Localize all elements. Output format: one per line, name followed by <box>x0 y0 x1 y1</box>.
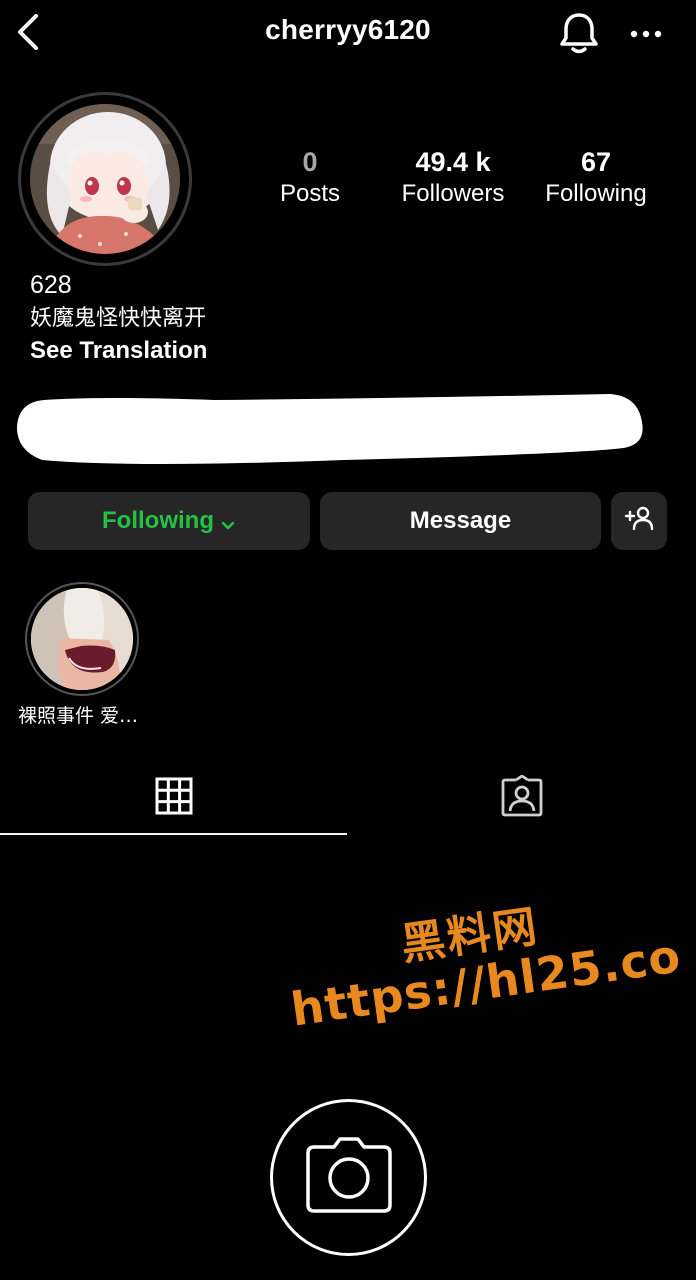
tab-posts-grid[interactable] <box>0 760 348 836</box>
highlight-item[interactable] <box>31 588 133 690</box>
add-user-button[interactable] <box>611 492 667 550</box>
grid-icon <box>155 777 193 820</box>
followers-count: 49.4 k <box>415 147 491 177</box>
message-button-label: Message <box>409 507 512 534</box>
tagged-icon <box>501 774 543 822</box>
following-button-label: Following <box>102 507 214 534</box>
stat-following[interactable]: 67 Following <box>526 145 666 209</box>
tab-active-indicator <box>0 833 347 835</box>
top-bar: cherryy6120 <box>0 0 696 70</box>
avatar[interactable] <box>30 104 180 254</box>
watermark: 黑料网 https://hl25.co <box>280 873 685 1074</box>
tab-tagged[interactable] <box>348 760 696 836</box>
camera-icon <box>304 1135 394 1220</box>
add-user-icon <box>624 505 654 538</box>
profile-bio: 妖魔鬼怪快快离开 <box>30 306 207 331</box>
highlight-label: 裸照事件 爱… <box>18 705 139 727</box>
posts-label: Posts <box>279 180 341 207</box>
bell-icon[interactable] <box>556 10 602 56</box>
posts-count: 0 <box>302 147 318 177</box>
more-horizontal-icon[interactable] <box>622 18 670 48</box>
followers-label: Followers <box>401 180 505 207</box>
see-translation-link[interactable]: See Translation <box>30 336 207 366</box>
empty-posts-camera[interactable] <box>270 1099 427 1256</box>
profile-name: 628 <box>30 271 72 299</box>
following-button[interactable]: Following <box>28 492 310 550</box>
redaction-mark <box>14 388 646 468</box>
chevron-down-icon <box>220 513 236 530</box>
stat-followers[interactable]: 49.4 k Followers <box>383 145 523 209</box>
profile-screen: cherryy6120 0 Posts 49.4 k Followers 67 … <box>0 0 696 1280</box>
message-button[interactable]: Message <box>320 492 601 550</box>
following-count: 67 <box>580 147 612 177</box>
stat-posts: 0 Posts <box>240 145 380 209</box>
following-label: Following <box>545 180 647 207</box>
